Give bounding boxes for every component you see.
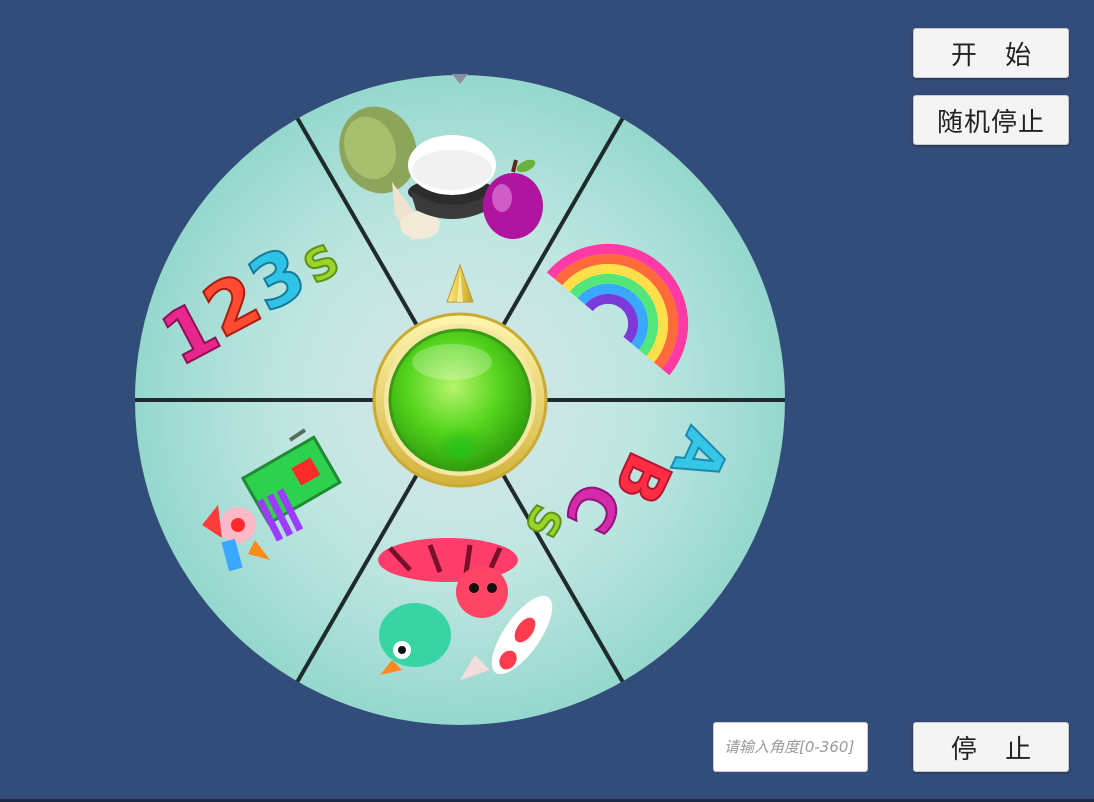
prize-wheel: A B C S 1 2 3 S [135,74,785,725]
start-button[interactable]: 开 始 [913,28,1069,78]
stop-button[interactable]: 停 止 [913,722,1069,772]
random-stop-button[interactable]: 随机停止 [913,95,1069,145]
spin-hub[interactable] [372,312,548,488]
